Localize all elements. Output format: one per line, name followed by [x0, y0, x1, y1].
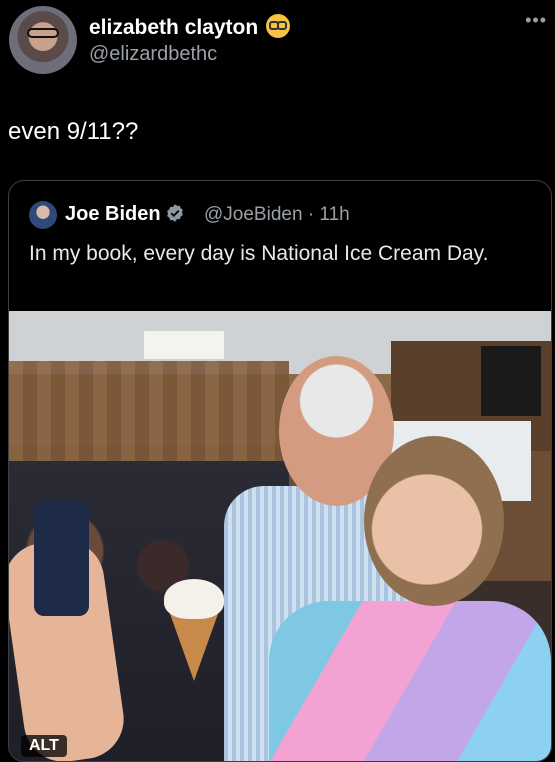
- glasses-detail: [27, 28, 59, 38]
- quoted-photo[interactable]: ALT: [9, 311, 551, 761]
- quoted-handle[interactable]: @JoeBiden: [204, 204, 303, 225]
- tweet-text: even 9/11??: [8, 118, 139, 145]
- nerd-face-emoji-icon: [266, 14, 291, 38]
- quoted-meta: @JoeBiden · 11h: [204, 204, 350, 226]
- avatar[interactable]: [9, 6, 77, 74]
- quoted-author-name-text[interactable]: Joe Biden: [65, 203, 161, 225]
- quoted-timestamp[interactable]: · 11h: [308, 204, 350, 225]
- quoted-author-name[interactable]: Joe Biden: [65, 203, 185, 226]
- quoted-tweet[interactable]: Joe Biden @JoeBiden · 11h In my book, ev…: [8, 180, 552, 762]
- ice-cream-scoop: [164, 579, 224, 619]
- phone: [34, 501, 89, 616]
- quoted-text: In my book, every day is National Ice Cr…: [29, 242, 489, 265]
- author-name-text[interactable]: elizabeth clayton: [89, 16, 258, 39]
- tweet-header: elizabeth clayton @elizardbethc •••: [0, 0, 555, 80]
- woman-head: [364, 436, 504, 606]
- alt-text-badge[interactable]: ALT: [21, 735, 67, 757]
- more-options-icon[interactable]: •••: [525, 10, 547, 31]
- ceiling-light: [144, 331, 224, 359]
- verified-badge-icon: [166, 204, 183, 222]
- author-handle[interactable]: @elizardbethc: [89, 43, 217, 66]
- woman-shirt: [269, 601, 551, 761]
- tv-screen: [481, 346, 541, 416]
- author-name[interactable]: elizabeth clayton: [89, 14, 291, 40]
- quoted-avatar[interactable]: [29, 201, 57, 229]
